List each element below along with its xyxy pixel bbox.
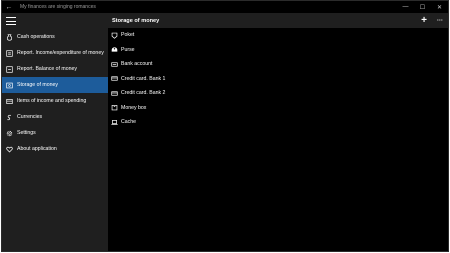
sidebar-item-cash-operations[interactable]: Cash operations xyxy=(2,29,108,45)
money-bag-icon xyxy=(6,33,13,41)
hamburger-menu-icon[interactable] xyxy=(6,17,16,25)
list-item-money-box[interactable]: Money box xyxy=(108,101,448,116)
list-item-credit-card-bank-2[interactable]: Credit card. Bank 2 xyxy=(108,86,448,101)
sidebar-item-report-income-expenditure[interactable]: Report. Income/expenditure of money xyxy=(2,45,108,61)
list-item-credit-card-bank-1[interactable]: Credit card. Bank 1 xyxy=(108,72,448,87)
list-item-label: Poket xyxy=(121,32,135,39)
sidebar-nav: Cash operations Report. Income/expenditu… xyxy=(2,29,108,157)
credit-card-icon xyxy=(111,90,118,97)
list-item-poket[interactable]: Poket xyxy=(108,28,448,43)
main-header: Storage of money + ··· xyxy=(108,13,448,28)
app-window: ← My finances are singing romances — ☐ ✕… xyxy=(1,0,449,252)
main-content: Storage of money + ··· Poket Purse Bank … xyxy=(108,13,448,251)
sidebar-item-label: Report. Income/expenditure of money xyxy=(17,50,104,56)
more-button[interactable]: ··· xyxy=(432,13,448,28)
sidebar-item-label: Items of income and spending xyxy=(17,98,87,104)
maximize-button[interactable]: ☐ xyxy=(414,1,431,13)
list-item-label: Purse xyxy=(121,46,135,53)
list-item-label: Cache xyxy=(121,119,136,126)
currency-icon xyxy=(6,114,13,121)
list-item-label: Money box xyxy=(121,104,147,111)
close-button[interactable]: ✕ xyxy=(431,1,448,13)
list-item-label: Credit card. Bank 2 xyxy=(121,90,166,97)
list-item-cache[interactable]: Cache xyxy=(108,115,448,130)
page-title: Storage of money xyxy=(112,17,160,24)
sidebar-item-storage-of-money[interactable]: Storage of money xyxy=(2,77,108,93)
money-box-icon xyxy=(111,104,118,111)
safe-icon xyxy=(6,82,13,89)
sidebar-item-about[interactable]: About application xyxy=(2,141,108,157)
report-icon xyxy=(6,49,13,57)
report-balance-icon xyxy=(6,65,13,73)
list-item-label: Bank account xyxy=(121,61,153,68)
pocket-icon xyxy=(111,32,118,39)
bank-account-icon xyxy=(111,61,118,68)
sidebar-item-items-income-spending[interactable]: Items of income and spending xyxy=(2,93,108,109)
sidebar-item-label: Currencies xyxy=(17,114,43,120)
title-bar: ← My finances are singing romances — ☐ ✕ xyxy=(2,1,448,13)
minimize-button[interactable]: — xyxy=(397,1,414,13)
sidebar-item-report-balance[interactable]: Report. Balance of money xyxy=(2,61,108,77)
window-title: My finances are singing romances xyxy=(20,4,96,10)
sidebar: Cash operations Report. Income/expenditu… xyxy=(2,13,108,251)
sidebar-item-label: Cash operations xyxy=(17,34,55,40)
list-icon xyxy=(6,98,13,105)
back-button[interactable]: ← xyxy=(2,1,16,13)
sidebar-item-label: About application xyxy=(17,146,57,152)
storage-list: Poket Purse Bank account Credit card. Ba… xyxy=(108,28,448,130)
list-item-bank-account[interactable]: Bank account xyxy=(108,57,448,72)
purse-icon xyxy=(111,46,118,53)
laptop-icon xyxy=(111,119,118,126)
sidebar-item-settings[interactable]: Settings xyxy=(2,125,108,141)
heart-icon xyxy=(6,146,13,153)
credit-card-icon xyxy=(111,75,118,82)
sidebar-item-label: Storage of money xyxy=(17,82,58,88)
list-item-label: Credit card. Bank 1 xyxy=(121,75,166,82)
add-button[interactable]: + xyxy=(416,13,432,28)
sidebar-item-label: Settings xyxy=(17,130,36,136)
sidebar-item-currencies[interactable]: Currencies xyxy=(2,109,108,125)
gear-icon xyxy=(6,130,13,137)
sidebar-item-label: Report. Balance of money xyxy=(17,66,77,72)
list-item-purse[interactable]: Purse xyxy=(108,43,448,58)
